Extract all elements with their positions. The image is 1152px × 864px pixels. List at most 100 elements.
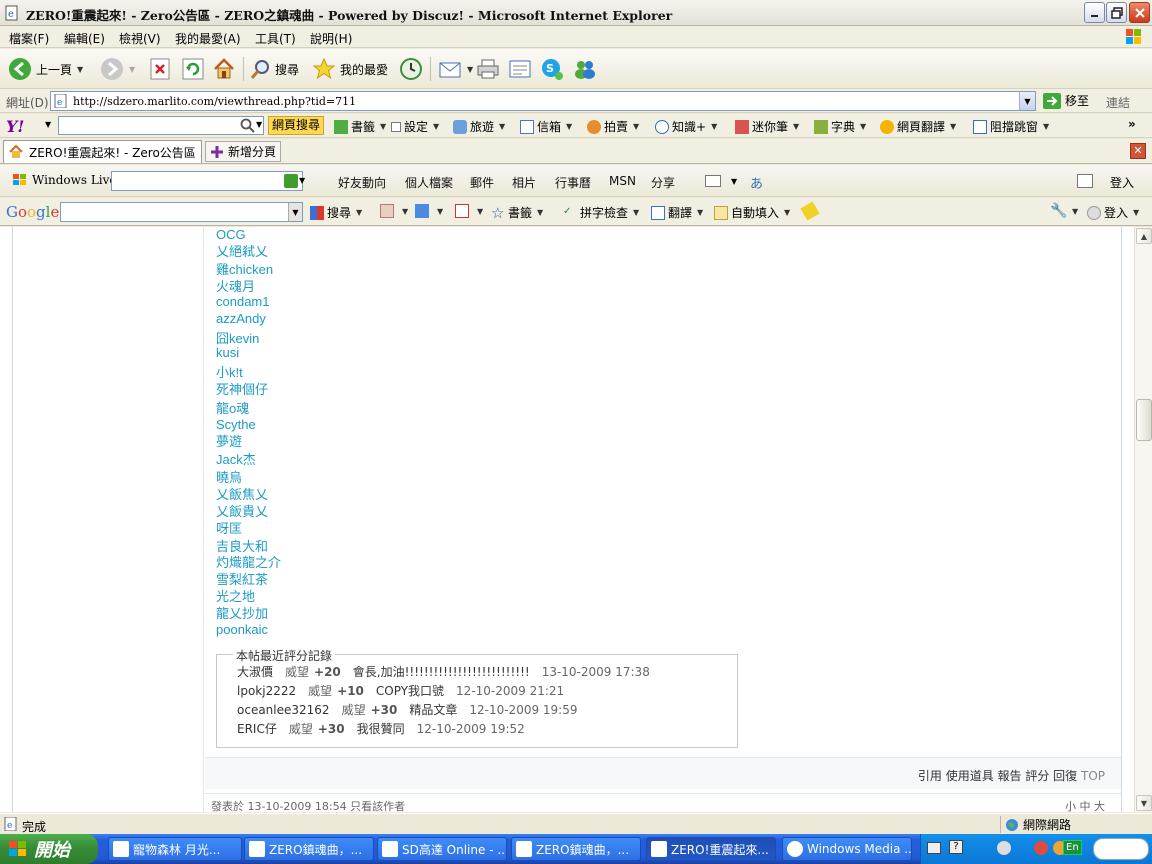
live-link-share[interactable]: 分享 bbox=[651, 174, 675, 191]
member-name-link[interactable]: 乂絕弒乂 bbox=[216, 241, 268, 260]
live-link-calendar[interactable]: 行事曆 bbox=[555, 174, 591, 191]
edit-button[interactable] bbox=[508, 55, 532, 83]
yahoo-mail[interactable]: 信箱 ▼ bbox=[520, 118, 572, 135]
member-name-link[interactable]: kusi bbox=[216, 345, 239, 360]
google-settings-button[interactable]: 🔧 ▼ bbox=[1050, 204, 1078, 218]
refresh-button[interactable] bbox=[182, 55, 204, 83]
menu-file[interactable]: 檔案(F) bbox=[9, 30, 49, 47]
menu-tools[interactable]: 工具(T) bbox=[255, 30, 296, 47]
print-button[interactable] bbox=[476, 55, 500, 83]
stop-button[interactable] bbox=[150, 55, 170, 83]
new-tab-button[interactable]: 新增分頁 bbox=[205, 141, 282, 162]
member-name-link[interactable]: Jack杰 bbox=[216, 449, 256, 468]
restore-button[interactable] bbox=[1106, 2, 1127, 23]
home-button[interactable] bbox=[212, 55, 236, 83]
live-checkbox-icon[interactable] bbox=[1077, 174, 1093, 188]
live-link-friends[interactable]: 好友動向 bbox=[338, 174, 386, 191]
yahoo-search-input[interactable] bbox=[58, 116, 264, 135]
google-autofill-button[interactable]: 自動填入 ▼ bbox=[714, 204, 790, 221]
start-button[interactable]: 開始 bbox=[0, 834, 98, 864]
font-size-switcher[interactable]: 小 中 大 bbox=[1065, 798, 1105, 812]
yahoo-bookmarks[interactable]: 書籤 ▼ bbox=[334, 118, 386, 135]
yahoo-mininote[interactable]: 迷你筆 ▼ bbox=[735, 118, 799, 135]
google-popup-button[interactable]: ▼ bbox=[455, 204, 483, 218]
member-name-link[interactable]: 火魂月 bbox=[216, 276, 255, 295]
yahoo-settings[interactable]: 設定 ▼ bbox=[391, 118, 439, 135]
taskbar-item-zero-active[interactable]: ZERO!重震起來... bbox=[646, 837, 776, 861]
post-action-links[interactable]: 引用 使用道具 報告 評分 回復 bbox=[918, 769, 1077, 783]
mail-dropdown-icon[interactable]: ▼ bbox=[467, 65, 473, 74]
google-search-dropdown-icon[interactable]: ▼ bbox=[288, 203, 302, 221]
google-search-button[interactable]: 搜尋 ▼ bbox=[310, 204, 362, 221]
live-link-photos[interactable]: 相片 bbox=[512, 174, 536, 191]
scroll-thumb[interactable] bbox=[1136, 399, 1152, 441]
live-search-input[interactable] bbox=[111, 171, 303, 191]
google-plus-button[interactable]: ▼ bbox=[415, 204, 443, 218]
live-link-msn[interactable]: MSN bbox=[609, 174, 636, 188]
tray-back-icon[interactable] bbox=[997, 841, 1011, 855]
live-mail-dropdown-icon[interactable]: ▼ bbox=[731, 177, 737, 186]
menu-favorites[interactable]: 我的最愛(A) bbox=[175, 30, 241, 47]
member-name-link[interactable]: OCG bbox=[216, 227, 246, 242]
live-translate-icon[interactable]: あ bbox=[750, 173, 763, 192]
messenger-button[interactable] bbox=[572, 55, 598, 83]
scroll-down-icon[interactable]: ▼ bbox=[1136, 795, 1152, 811]
member-name-link[interactable]: 死神個仔 bbox=[216, 379, 268, 398]
live-link-mail[interactable]: 郵件 bbox=[470, 174, 494, 191]
google-news-button[interactable]: ▼ bbox=[380, 204, 408, 218]
rating-user[interactable]: 大淑價 bbox=[237, 665, 273, 679]
go-button[interactable]: 移至 bbox=[1043, 92, 1089, 109]
links-button[interactable]: 連結 bbox=[1106, 94, 1130, 111]
forward-button[interactable]: ▼ bbox=[100, 55, 135, 83]
help-icon[interactable]: ? bbox=[949, 840, 963, 854]
member-name-link[interactable]: poonkaic bbox=[216, 622, 268, 637]
live-link-profile[interactable]: 個人檔案 bbox=[405, 174, 453, 191]
menu-view[interactable]: 檢視(V) bbox=[119, 30, 161, 47]
magnifier-icon[interactable] bbox=[240, 118, 255, 133]
back-to-top-link[interactable]: TOP bbox=[1081, 769, 1105, 783]
taskbar-item-zero-1[interactable]: ZERO鎮魂曲，... bbox=[244, 837, 374, 861]
member-name-link[interactable]: 龍乂抄加 bbox=[216, 603, 268, 622]
member-name-link[interactable]: 龍o魂 bbox=[216, 398, 249, 417]
yahoo-popup-blocker[interactable]: 阻擋跳窗 ▼ bbox=[973, 118, 1049, 135]
forward-dropdown-icon[interactable]: ▼ bbox=[129, 65, 135, 74]
close-tab-icon[interactable]: ✕ bbox=[1130, 143, 1146, 159]
input-language-indicator[interactable]: En bbox=[1063, 840, 1082, 855]
favorites-button[interactable]: 我的最愛 bbox=[312, 55, 388, 83]
google-bookmarks-button[interactable]: ☆ 書籤 ▼ bbox=[491, 204, 543, 221]
yahoo-search-dropdown-icon[interactable]: ▼ bbox=[256, 120, 262, 129]
taskbar-item-zero-2[interactable]: ZERO鎮魂曲，... bbox=[511, 837, 641, 861]
rating-user[interactable]: lpokj2222 bbox=[237, 684, 296, 698]
windows-live-logo[interactable]: Windows Live bbox=[12, 173, 117, 187]
minimize-button[interactable] bbox=[1084, 2, 1105, 23]
taskbar-item-pet-forest[interactable]: 寵物森林 月光... bbox=[108, 837, 242, 861]
keyboard-icon[interactable] bbox=[927, 842, 941, 854]
close-window-button[interactable] bbox=[1129, 2, 1150, 23]
google-search-input[interactable]: ▼ bbox=[60, 202, 303, 222]
live-mail-icon[interactable] bbox=[705, 175, 721, 187]
mail-button[interactable]: ▼ bbox=[438, 55, 473, 83]
address-dropdown-icon[interactable]: ▼ bbox=[1019, 92, 1035, 110]
yahoo-menu-dropdown-icon[interactable]: ▼ bbox=[45, 120, 51, 129]
scroll-up-icon[interactable]: ▲ bbox=[1136, 228, 1152, 244]
taskbar-item-sd-gundam[interactable]: SD高達 Online - ... bbox=[377, 837, 507, 861]
yahoo-web-search-button[interactable]: 網頁搜尋 bbox=[268, 116, 325, 135]
vertical-scrollbar[interactable]: ▲ ▼ bbox=[1134, 227, 1152, 812]
yahoo-translate[interactable]: 網頁翻譯 ▼ bbox=[880, 118, 956, 135]
member-name-link[interactable]: 夢遊 bbox=[216, 431, 242, 450]
google-translate-button[interactable]: 翻譯 ▼ bbox=[651, 204, 703, 221]
google-highlight-button[interactable] bbox=[800, 201, 820, 221]
taskbar-item-media-player[interactable]: Windows Media ... bbox=[782, 837, 912, 861]
search-button[interactable]: 搜尋 bbox=[249, 55, 299, 83]
live-search-dropdown-icon[interactable]: ▼ bbox=[299, 176, 305, 185]
member-name-link[interactable]: condam1 bbox=[216, 294, 269, 309]
yahoo-auction[interactable]: 拍賣 ▼ bbox=[587, 118, 639, 135]
history-button[interactable] bbox=[399, 55, 423, 83]
menu-edit[interactable]: 編輯(E) bbox=[64, 30, 105, 47]
google-login-button[interactable]: 登入 ▼ bbox=[1087, 204, 1139, 221]
google-spellcheck-button[interactable]: ✓ 拼字檢查 ▼ bbox=[563, 204, 639, 221]
rating-user[interactable]: oceanlee32162 bbox=[237, 703, 330, 717]
tab-current[interactable]: ZERO!重震起來! - Zero公告區 ... bbox=[3, 140, 202, 163]
more-chevron-icon[interactable]: » bbox=[1128, 117, 1136, 131]
member-name-link[interactable]: Scythe bbox=[216, 417, 256, 432]
